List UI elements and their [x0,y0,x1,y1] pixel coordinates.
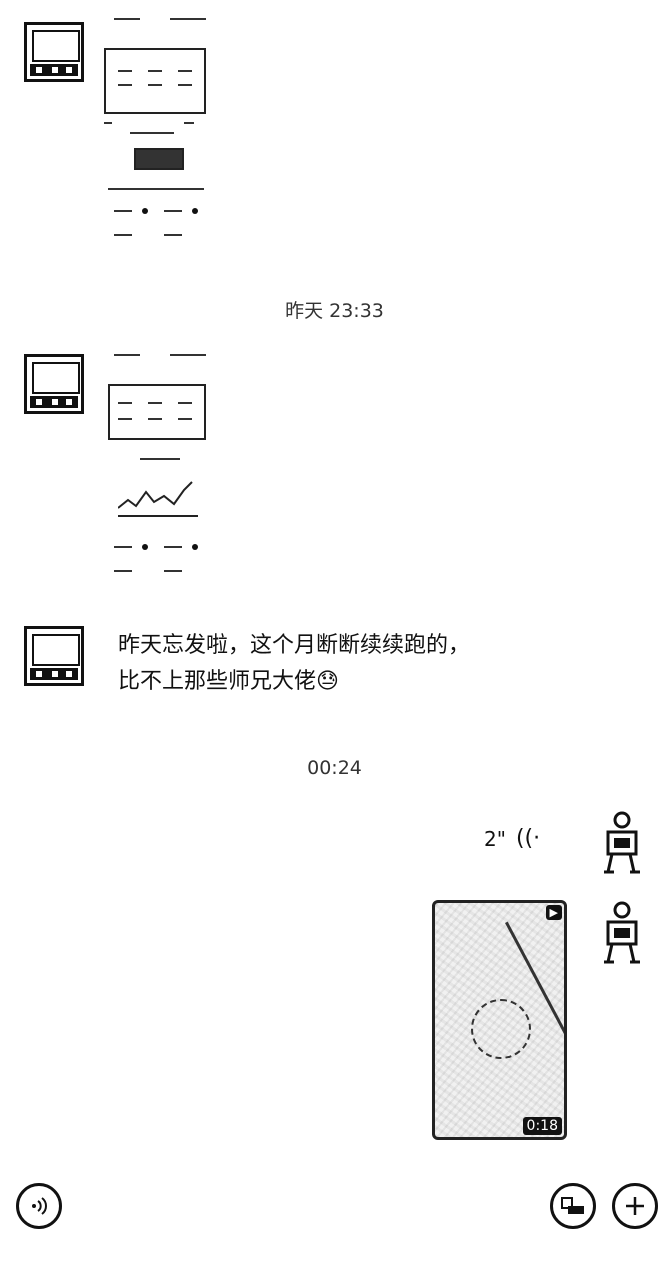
voice-duration: 2" [484,826,506,851]
trend-line-graphic [118,481,198,517]
timestamp: 00:24 [307,757,362,779]
self-avatar[interactable] [600,810,656,876]
video-message[interactable]: ▶ 0:18 [432,900,567,1140]
video-duration: 0:18 [522,1117,562,1135]
wave-icon: ((· [515,826,541,851]
text-message-line: 比不上那些师兄大佬😓 [118,669,339,694]
photo-detail [471,999,531,1059]
self-avatar[interactable] [600,900,656,966]
plus-icon[interactable] [612,1183,658,1229]
video-badge: ▶ [545,905,562,920]
text-message[interactable]: 昨天忘发啦，这个月断断续续跑的， 比不上那些师兄大佬😓 [118,628,558,700]
voice-message[interactable]: 2" ((· [484,826,540,851]
shared-screenshot-image[interactable] [100,14,210,258]
sticker-icon[interactable] [550,1183,596,1229]
contact-avatar[interactable] [24,626,84,686]
shared-screenshot-image[interactable] [100,350,210,594]
timestamp: 昨天 23:33 [285,300,384,322]
contact-avatar[interactable] [24,354,84,414]
sweat-emoji-icon: 😓 [316,669,339,694]
chat-area: 昨天 23:33 昨天忘发啦，这个月断断续续跑的， 比不上那些师兄大佬😓 00:… [0,0,669,1165]
contact-avatar[interactable] [24,22,84,82]
text-message-line: 昨天忘发啦，这个月断断续续跑的， [118,633,471,658]
input-bar [0,1165,669,1280]
voice-input-icon[interactable] [16,1183,62,1229]
